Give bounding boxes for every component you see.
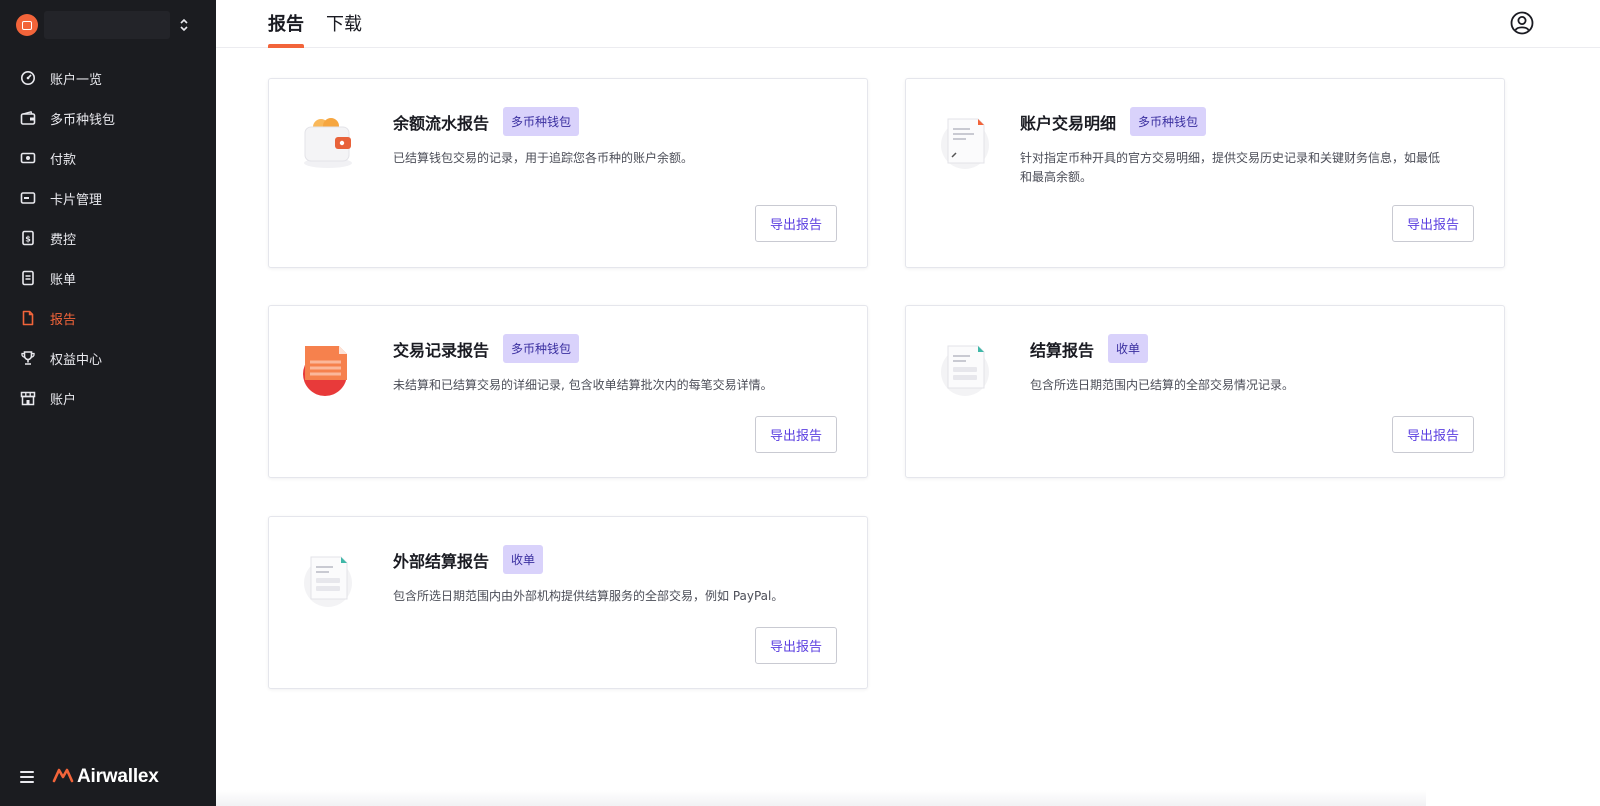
sidebar-item-bills[interactable]: 账单 <box>0 258 216 298</box>
sidebar-item-label: 费控 <box>50 232 77 248</box>
card-description: 包含所选日期范围内由外部机构提供结算服务的全部交易，例如 PayPal。 <box>393 589 784 603</box>
sidebar-item-payments[interactable]: 付款 <box>0 138 216 178</box>
payment-icon <box>20 150 36 166</box>
report-card-statement: 账户交易明细 多币种钱包 针对指定币种开具的官方交易明细，提供交易历史记录和关键… <box>905 78 1505 268</box>
brand-name: Airwallex <box>77 766 159 787</box>
card-badge: 多币种钱包 <box>503 107 580 136</box>
svg-text:$: $ <box>25 235 31 244</box>
card-description: 未结算和已结算交易的详细记录, 包含收单结算批次内的每笔交易详情。 <box>393 378 773 392</box>
export-report-button[interactable]: 导出报告 <box>1392 205 1474 242</box>
account-name-box <box>44 11 170 39</box>
trophy-icon <box>20 350 36 366</box>
bill-icon <box>20 270 36 286</box>
sidebar-item-label: 账户 <box>50 392 77 408</box>
export-report-button[interactable]: 导出报告 <box>1392 416 1474 453</box>
card-description: 包含所选日期范围内已结算的全部交易情况记录。 <box>1030 378 1295 392</box>
card-badge: 收单 <box>1108 334 1149 363</box>
active-tab-indicator <box>268 44 304 48</box>
card-description-line: 针对指定币种开具的官方交易明细，提供交易历史记录和关键财务信息，如最低 <box>1020 151 1441 165</box>
menu-toggle-icon[interactable] <box>20 771 34 783</box>
dashboard-icon <box>20 70 36 86</box>
sidebar-item-reports[interactable]: 报告 <box>0 298 216 338</box>
sidebar: 账户一览 多币种钱包 付款 卡片管理 $ 费控 账单 报告 权益中心 账户 Ai… <box>0 0 216 806</box>
sidebar-item-label: 报告 <box>50 312 77 328</box>
sidebar-item-label: 多币种钱包 <box>50 112 116 128</box>
airwallex-logo-icon <box>52 767 74 787</box>
sidebar-footer: Airwallex <box>20 766 159 788</box>
scroll-shadow <box>216 790 1426 806</box>
card-badge: 多币种钱包 <box>1130 107 1207 136</box>
sidebar-item-wallet[interactable]: 多币种钱包 <box>0 98 216 138</box>
expense-icon: $ <box>20 230 36 246</box>
card-badge: 收单 <box>503 545 544 574</box>
sidebar-item-expense[interactable]: $ 费控 <box>0 218 216 258</box>
sidebar-item-label: 账户一览 <box>50 72 103 88</box>
external-settlement-illustration-icon <box>301 551 355 609</box>
card-description: 已结算钱包交易的记录，用于追踪您各币种的账户余额。 <box>393 151 694 165</box>
card-title: 结算报告 <box>1030 340 1095 360</box>
sidebar-item-cards[interactable]: 卡片管理 <box>0 178 216 218</box>
export-report-button[interactable]: 导出报告 <box>755 416 837 453</box>
report-card-balance: 余额流水报告 多币种钱包 已结算钱包交易的记录，用于追踪您各币种的账户余额。 导… <box>268 78 868 268</box>
card-description-line: 和最高余额。 <box>1020 170 1093 184</box>
card-badge: 多币种钱包 <box>503 334 580 363</box>
statement-illustration-icon <box>938 113 992 171</box>
card-title: 账户交易明细 <box>1020 113 1117 133</box>
account-avatar-icon <box>16 14 38 36</box>
sidebar-item-label: 账单 <box>50 272 77 288</box>
wallet-icon <box>20 110 36 126</box>
store-icon <box>20 390 36 406</box>
card-icon <box>20 190 36 206</box>
brand-logo: Airwallex <box>52 766 159 788</box>
sidebar-item-rewards[interactable]: 权益中心 <box>0 338 216 378</box>
card-title: 余额流水报告 <box>393 113 490 133</box>
wallet-illustration-icon <box>301 113 355 171</box>
tab-downloads[interactable]: 下载 <box>326 10 362 36</box>
sidebar-item-label: 付款 <box>50 152 77 168</box>
report-card-settlement: 结算报告 收单 包含所选日期范围内已结算的全部交易情况记录。 导出报告 <box>905 305 1505 478</box>
sidebar-item-label: 卡片管理 <box>50 192 103 208</box>
settlement-illustration-icon <box>938 340 992 398</box>
sidebar-item-account[interactable]: 账户 <box>0 378 216 418</box>
sidebar-nav: 账户一览 多币种钱包 付款 卡片管理 $ 费控 账单 报告 权益中心 账户 <box>0 58 216 418</box>
report-card-external-settlement: 外部结算报告 收单 包含所选日期范围内由外部机构提供结算服务的全部交易，例如 P… <box>268 516 868 689</box>
card-description: 针对指定币种开具的官方交易明细，提供交易历史记录和关键财务信息，如最低 和最高余… <box>1020 149 1440 187</box>
export-report-button[interactable]: 导出报告 <box>755 627 837 664</box>
card-title: 外部结算报告 <box>393 551 490 571</box>
account-switcher[interactable] <box>16 10 196 40</box>
user-profile-icon[interactable] <box>1510 11 1534 35</box>
transaction-illustration-icon <box>301 340 355 398</box>
chevron-updown-icon <box>178 17 190 33</box>
top-header: 报告 下载 <box>216 0 1600 48</box>
report-card-transactions: 交易记录报告 多币种钱包 未结算和已结算交易的详细记录, 包含收单结算批次内的每… <box>268 305 868 478</box>
sidebar-item-dashboard[interactable]: 账户一览 <box>0 58 216 98</box>
sidebar-item-label: 权益中心 <box>50 352 103 368</box>
report-icon <box>20 310 36 326</box>
tab-reports[interactable]: 报告 <box>268 10 304 36</box>
card-title: 交易记录报告 <box>393 340 490 360</box>
export-report-button[interactable]: 导出报告 <box>755 205 837 242</box>
